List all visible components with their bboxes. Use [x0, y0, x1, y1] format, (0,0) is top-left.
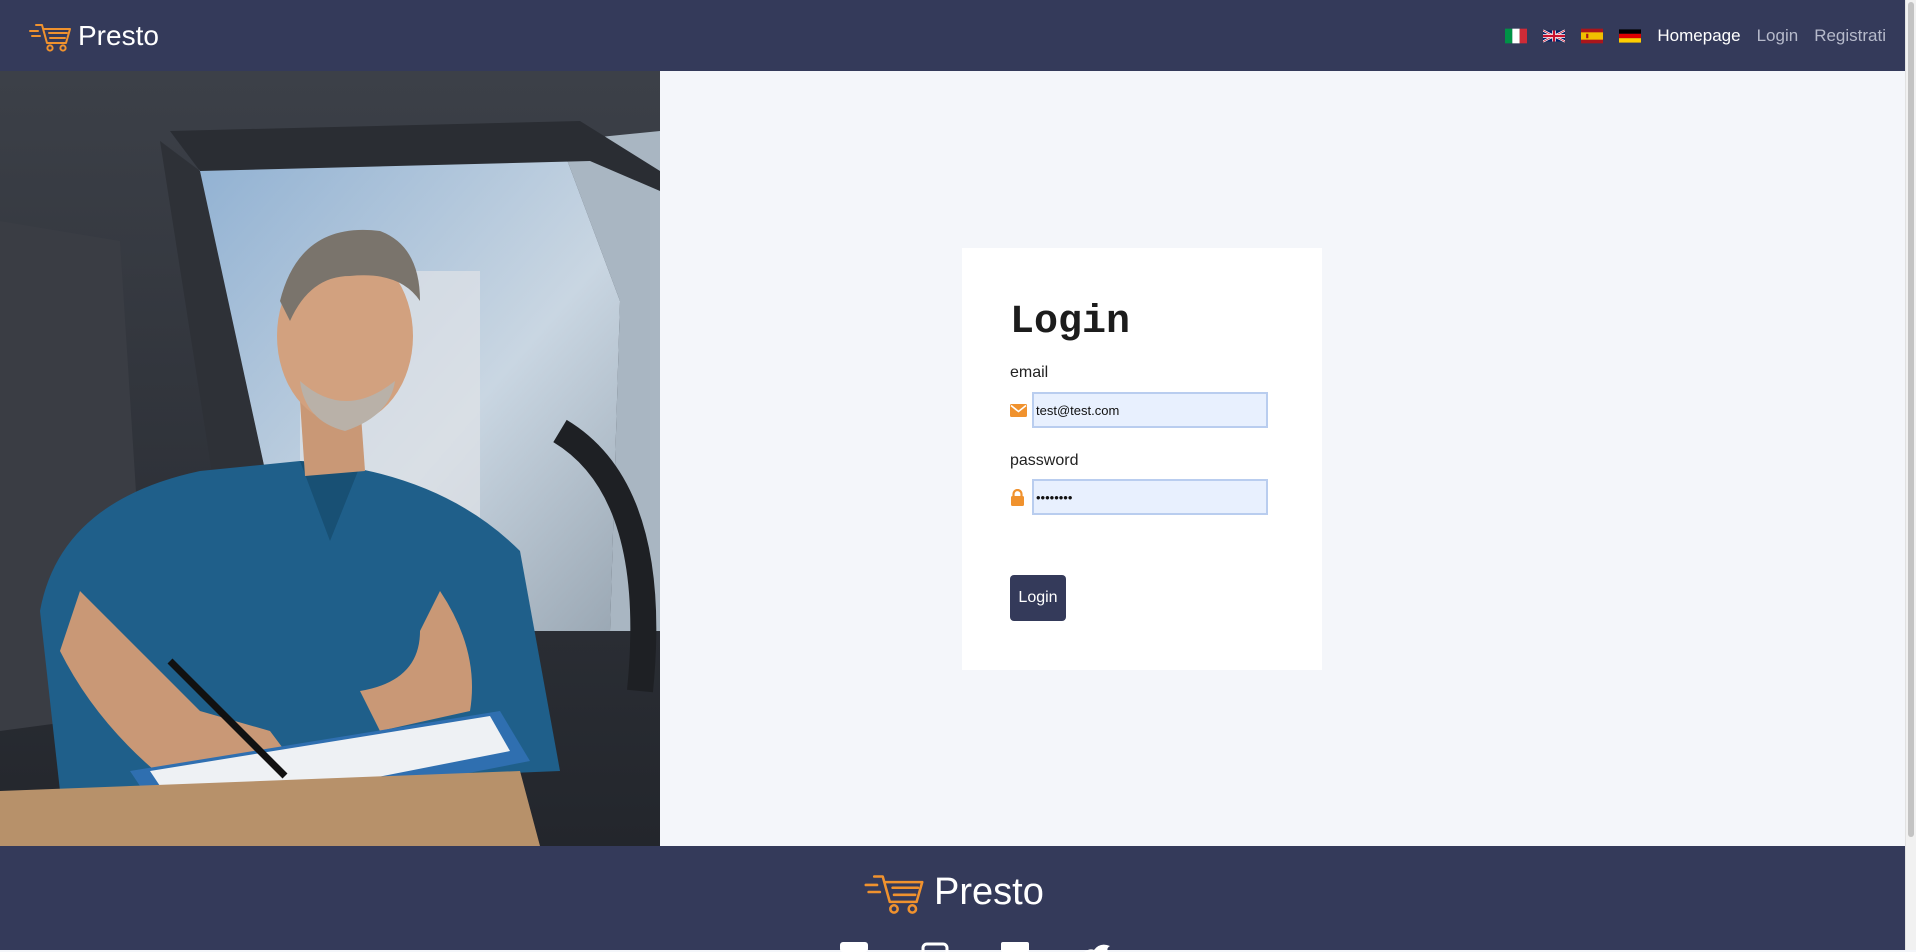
navbar-right: Homepage Login Registrati: [1505, 26, 1886, 46]
password-row: [1010, 479, 1268, 515]
nav-link-homepage[interactable]: Homepage: [1657, 26, 1740, 46]
email-label: email: [1010, 364, 1049, 381]
shopping-cart-logo-icon: [864, 875, 924, 914]
delivery-driver-photo: [0, 71, 660, 846]
password-input[interactable]: [1032, 479, 1268, 515]
top-navbar: Presto Homepage Login Registrati: [0, 0, 1906, 71]
navbar-brand[interactable]: Presto: [28, 19, 159, 53]
scrollbar-thumb[interactable]: [1908, 2, 1914, 837]
email-input[interactable]: [1032, 392, 1268, 428]
page-scrollbar[interactable]: [1905, 0, 1916, 950]
photo-illustration: [0, 71, 660, 846]
main-content: Login email password Login: [660, 71, 1906, 846]
navbar-brand-text: Presto: [78, 19, 159, 51]
login-submit-button[interactable]: Login: [1010, 575, 1066, 621]
uk-flag-icon[interactable]: [1543, 28, 1566, 44]
italian-flag-icon[interactable]: [1505, 28, 1528, 44]
email-row: [1010, 392, 1268, 428]
linkedin-icon[interactable]: [1000, 942, 1030, 952]
instagram-icon[interactable]: [920, 942, 950, 952]
login-title: Login: [1010, 300, 1131, 345]
footer-brand-text: Presto: [934, 870, 1044, 913]
nav-link-login[interactable]: Login: [1757, 26, 1799, 46]
lock-icon: [1010, 487, 1032, 507]
spanish-flag-icon[interactable]: [1581, 28, 1604, 44]
nav-link-registrati[interactable]: Registrati: [1814, 26, 1886, 46]
german-flag-icon[interactable]: [1619, 28, 1642, 44]
page-footer: Presto: [0, 846, 1906, 952]
footer-brand[interactable]: Presto: [862, 868, 1044, 916]
twitter-icon[interactable]: [1082, 942, 1112, 952]
shopping-cart-logo-icon: [29, 23, 71, 52]
login-card: Login email password Login: [962, 248, 1322, 670]
facebook-icon[interactable]: [839, 942, 869, 952]
envelope-icon: [1010, 400, 1032, 420]
password-label: password: [1010, 452, 1079, 469]
